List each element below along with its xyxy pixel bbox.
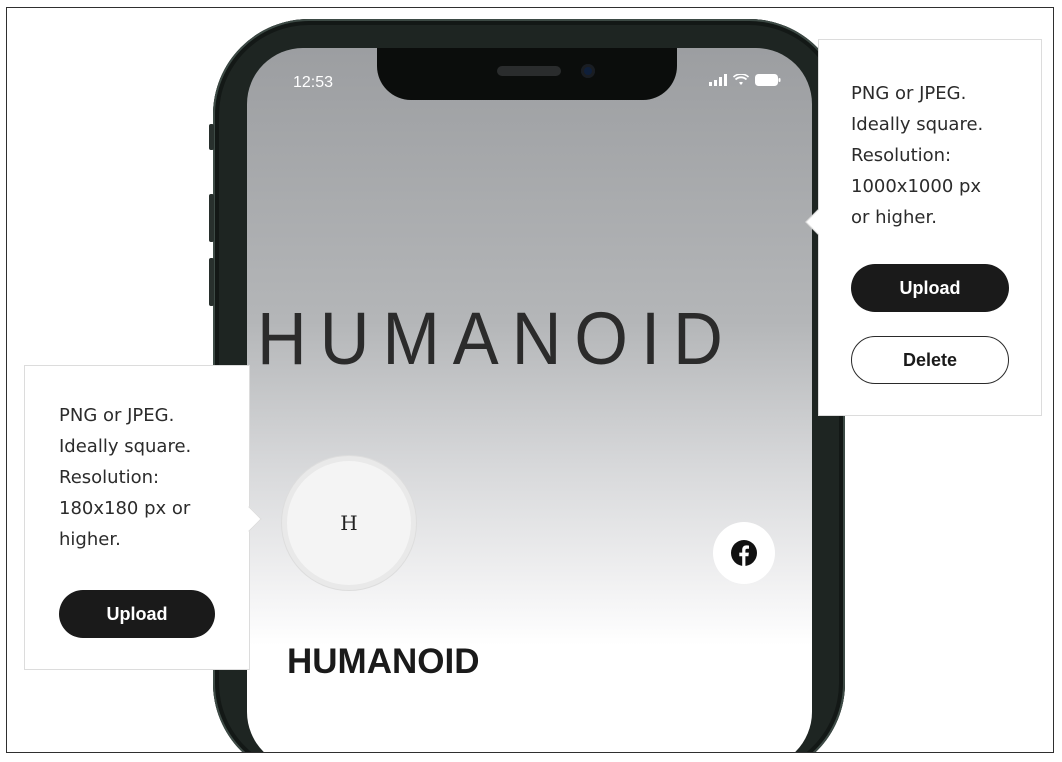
cover-upload-button[interactable]: Upload bbox=[851, 264, 1009, 312]
phone-volume-up-button bbox=[209, 194, 214, 242]
phone-side-button bbox=[209, 124, 214, 150]
avatar-upload-button[interactable]: Upload bbox=[59, 590, 215, 638]
preview-frame: 12:53 HUMANOID H HUMANOID PNG or JPEG. I… bbox=[6, 7, 1054, 753]
status-icons bbox=[709, 70, 789, 90]
cover-delete-button[interactable]: Delete bbox=[851, 336, 1009, 384]
battery-icon bbox=[755, 74, 781, 86]
avatar-letter: H bbox=[340, 511, 358, 535]
avatar[interactable]: H bbox=[287, 461, 411, 585]
facebook-link[interactable] bbox=[713, 522, 775, 584]
camera-icon bbox=[581, 64, 595, 78]
signal-icon bbox=[709, 74, 727, 86]
cover-image-title: HUMANOID bbox=[257, 297, 736, 380]
speaker-grille bbox=[497, 66, 561, 76]
avatar-popover: PNG or JPEG. Ideally square. Resolution:… bbox=[24, 365, 262, 670]
wifi-icon bbox=[733, 74, 749, 85]
profile-name: HUMANOID bbox=[287, 642, 480, 681]
facebook-icon bbox=[731, 540, 757, 566]
status-time: 12:53 bbox=[293, 74, 334, 91]
cover-image-popover: PNG or JPEG. Ideally square. Resolution:… bbox=[805, 39, 1042, 416]
phone-notch bbox=[377, 48, 677, 100]
phone-volume-down-button bbox=[209, 258, 214, 306]
cover-image-requirements: PNG or JPEG. Ideally square. Resolution:… bbox=[851, 83, 984, 228]
avatar-requirements: PNG or JPEG. Ideally square. Resolution:… bbox=[59, 405, 192, 550]
phone-screen: 12:53 HUMANOID H HUMANOID bbox=[247, 48, 812, 752]
